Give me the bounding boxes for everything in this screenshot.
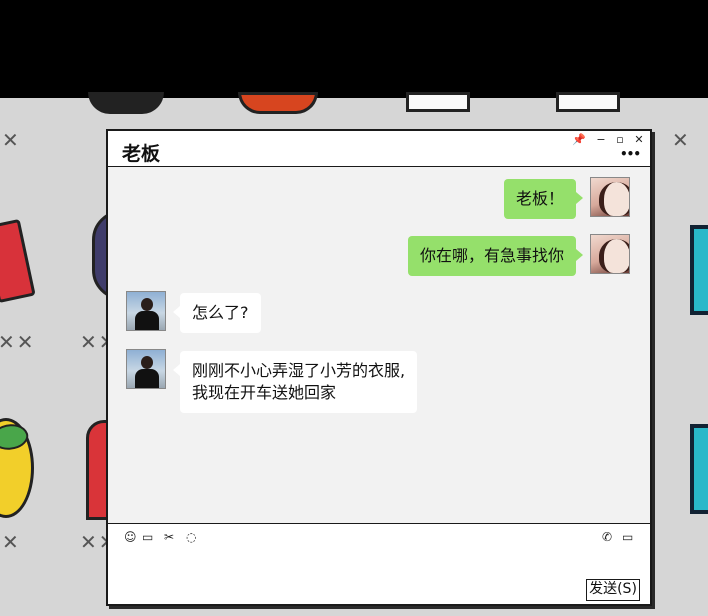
- top-black-band: [0, 0, 708, 98]
- message-bubble-sent: 老板！: [503, 179, 584, 219]
- message-bubble-sent: 你在哪，有急事找你: [407, 236, 584, 276]
- close-icon[interactable]: ✕: [632, 133, 646, 146]
- chat-title: 老板: [122, 143, 161, 165]
- emoji-icon[interactable]: ☺: [124, 530, 137, 544]
- more-icon[interactable]: •••: [620, 147, 641, 161]
- message-list: 老板！ 你在哪，有急事找你 怎么了? 刚刚不小心弄湿了小芳的衣服, 我现在开车送…: [108, 167, 650, 523]
- video-icon[interactable]: ▭: [622, 530, 633, 544]
- avatar[interactable]: [126, 291, 166, 331]
- message-line: 刚刚不小心弄湿了小芳的衣服,: [192, 361, 406, 380]
- background-sticker: [88, 92, 164, 114]
- message-bubble-received: 刚刚不小心弄湿了小芳的衣服, 我现在开车送她回家: [172, 351, 418, 413]
- maximize-icon[interactable]: ▫: [613, 133, 627, 146]
- scissors-icon[interactable]: ✂: [164, 530, 174, 544]
- background-x-mark: ✕: [2, 128, 21, 152]
- message-input-area[interactable]: ☺ ▭ ✂ ◌ ✆ ▭ 发送(S): [108, 523, 650, 604]
- avatar[interactable]: [126, 349, 166, 389]
- background-sticker: [556, 92, 620, 112]
- phone-icon[interactable]: ✆: [602, 530, 612, 544]
- background-sticker: [0, 218, 36, 304]
- message-bubble-received: 怎么了?: [173, 293, 261, 333]
- background-x-mark: ✕: [2, 530, 21, 554]
- background-sticker: [690, 424, 708, 514]
- chat-window: 老板 📌 − ▫ ✕ ••• 老板！ 你在哪，有急事找你 怎么了? 刚刚不小心弄…: [106, 129, 652, 606]
- pin-icon[interactable]: 📌: [572, 133, 586, 146]
- title-bar: 老板 📌 − ▫ ✕ •••: [108, 131, 650, 167]
- background-sticker: [690, 225, 708, 315]
- background-sticker: [238, 92, 318, 114]
- chat-history-icon[interactable]: ◌: [186, 530, 196, 544]
- background-x-mark: ✕✕: [0, 330, 36, 354]
- avatar[interactable]: [590, 234, 630, 274]
- background-x-mark: ✕: [672, 128, 691, 152]
- background-sticker: [406, 92, 470, 112]
- avatar[interactable]: [590, 177, 630, 217]
- message-line: 我现在开车送她回家: [192, 383, 337, 402]
- send-button[interactable]: 发送(S): [586, 579, 640, 601]
- minimize-icon[interactable]: −: [594, 133, 608, 146]
- folder-icon[interactable]: ▭: [142, 530, 153, 544]
